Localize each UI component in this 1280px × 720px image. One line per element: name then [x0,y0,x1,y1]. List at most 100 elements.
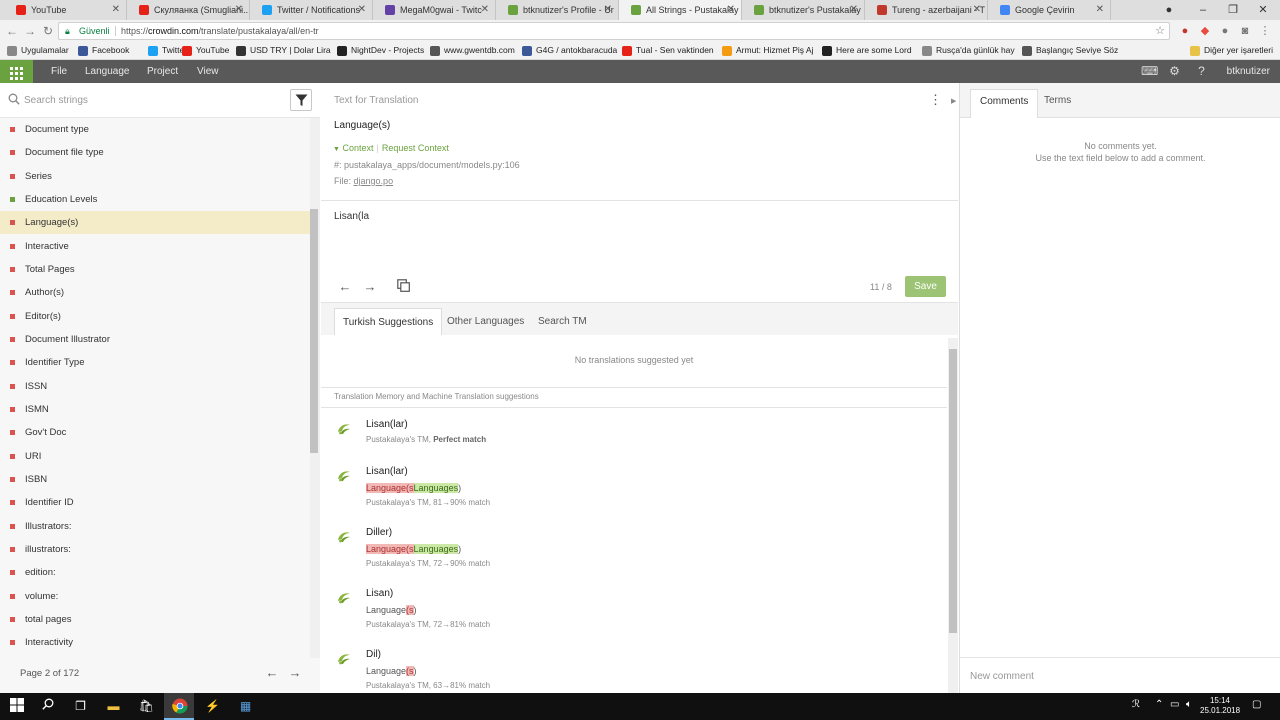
string-list-item[interactable]: URI [0,445,310,468]
tab-other-languages[interactable]: Other Languages [439,308,532,335]
keyboard-icon[interactable]: ⌨ [1141,64,1158,79]
prev-page-icon[interactable]: ← [264,665,280,681]
translation-textarea[interactable]: Lisan(la [321,201,958,271]
tm-suggestion[interactable]: Diller) Language(sLanguages) Pustakalaya's… [321,521,947,581]
browser-tab[interactable]: Twitter / Notifications ✕ [250,0,373,20]
new-comment-input[interactable] [970,668,1270,684]
maximize-icon[interactable]: ❐ [1218,0,1248,20]
bookmark-item[interactable]: G4G / antokbaracuda [522,42,617,59]
store-icon[interactable]: 🛍︎ [138,698,155,715]
bookmark-item[interactable]: Tual - Sen vaktinden [622,42,714,59]
tab-close-icon[interactable]: ✕ [604,0,612,20]
bookmark-item[interactable]: www.gwentdb.com [430,42,515,59]
extension-icon[interactable]: ● [1218,24,1232,38]
bookmark-item[interactable]: Uygulamalar [7,42,69,59]
search-input[interactable] [24,92,274,108]
string-list-item[interactable]: Language(s) [0,211,310,235]
string-list-item[interactable]: Interactive [0,235,310,258]
string-list-item[interactable]: Identifier Type [0,351,310,374]
string-list-item[interactable]: ISMN [0,398,310,421]
system-clock[interactable]: 15:14 25.01.2018 [1200,696,1240,716]
bookmark-star-icon[interactable]: ☆ [1155,23,1165,39]
reload-icon[interactable]: ↻ [40,23,56,39]
browser-tab[interactable]: btknutizer's Pustakalay ✕ [742,0,865,20]
url-field[interactable]: 🔒︎ Güvenli https://crowdin.com/translate… [58,22,1170,40]
bookmark-item[interactable]: USD TRY | Dolar Lira [236,42,331,59]
camera-extension-icon[interactable]: ◙ [1238,24,1252,38]
bookmark-item[interactable]: Diğer yer işaretleri [1190,42,1273,59]
browser-tab[interactable]: All Strings - Pustakalay ✕ [619,0,742,20]
tab-search-tm[interactable]: Search TM [530,308,595,335]
strings-scrollbar-thumb[interactable] [310,209,318,453]
close-window-icon[interactable]: ✕ [1248,0,1278,20]
browser-tab[interactable]: Скуляанка (Smugliani... ✕ [127,0,250,20]
chrome-icon[interactable] [171,698,188,715]
browser-tab[interactable]: btknutizer's Profile - Ur ✕ [496,0,619,20]
back-icon[interactable]: ← [4,23,20,39]
more-options-icon[interactable]: ⋮ [929,93,942,107]
string-list-item[interactable]: total pages [0,608,310,631]
string-list-item[interactable]: Series [0,165,310,188]
task-view-icon[interactable]: ❐ [72,698,89,715]
file-explorer-icon[interactable]: ▬ [105,698,122,715]
windows-start-icon[interactable] [8,698,25,715]
string-list-item[interactable]: volume: [0,585,310,608]
volume-icon[interactable]: 🔈︎ [1186,699,1192,710]
menu-icon[interactable]: ⋮ [1258,24,1272,38]
browser-tab[interactable]: YouTube ✕ [4,0,127,20]
tab-turkish-suggestions[interactable]: Turkish Suggestions [334,308,443,335]
menu-language[interactable]: Language [85,60,130,83]
copy-source-icon[interactable] [395,279,411,295]
extension-icon[interactable]: ● [1178,24,1192,38]
forward-icon[interactable]: → [22,23,38,39]
notifications-icon[interactable]: ▢ [1252,699,1261,710]
string-list-item[interactable]: illustrators: [0,538,310,561]
people-icon[interactable]: ℛ [1132,699,1140,710]
bookmark-item[interactable]: Here are some Lord [822,42,912,59]
network-icon[interactable]: ▭ [1170,699,1179,710]
minimize-icon[interactable]: – [1188,0,1218,20]
previous-string-icon[interactable]: ← [337,279,353,295]
browser-tab[interactable]: Tureng - azerbaijani - T ✕ [865,0,988,20]
app-icon[interactable]: ▦ [237,698,254,715]
search-icon[interactable] [39,698,56,715]
string-list-item[interactable]: Document Illustrator [0,328,310,351]
extension-icon[interactable]: ◆ [1198,24,1212,38]
tab-close-icon[interactable]: ✕ [850,0,858,20]
suggestions-scrollbar-thumb[interactable] [949,349,957,633]
next-string-icon[interactable]: → [362,279,378,295]
string-list-item[interactable]: Author(s) [0,281,310,304]
bookmark-item[interactable]: NightDev - Projects [337,42,424,59]
bookmark-item[interactable]: YouTube [182,42,229,59]
browser-tab[interactable]: MegaM0gwai - Twitc ✕ [373,0,496,20]
string-list-item[interactable]: Gov't Doc [0,421,310,444]
tm-suggestion[interactable]: Lisan(lar) Language(sLanguages) Pustakalay… [321,460,947,520]
profile-icon[interactable]: ● [1154,0,1184,20]
app-icon[interactable]: ⚡ [204,698,221,715]
request-context-link[interactable]: Request Context [382,143,449,153]
string-list-item[interactable]: Illustrators: [0,515,310,538]
gear-icon[interactable]: ⚙ [1167,64,1182,79]
string-list-item[interactable]: ISSN [0,375,310,398]
filter-button[interactable] [290,89,312,111]
collapse-panel-icon[interactable]: ▶ [951,97,956,105]
tab-terms[interactable]: Terms [1035,89,1080,118]
string-list-item[interactable]: edition: [0,561,310,584]
menu-file[interactable]: File [51,60,67,83]
tab-close-icon[interactable]: ✕ [112,0,120,20]
save-button[interactable]: Save [905,276,946,297]
bookmark-item[interactable]: Rusça'da günlük hay [922,42,1015,59]
string-list-item[interactable]: ISBN [0,468,310,491]
string-list-item[interactable]: Total Pages [0,258,310,281]
string-list-item[interactable]: Education Levels [0,188,310,211]
string-list-item[interactable]: Document file type [0,141,310,164]
tab-comments[interactable]: Comments [970,89,1039,118]
tab-close-icon[interactable]: ✕ [1096,0,1104,20]
bookmark-item[interactable]: Başlangıç Seviye Söz [1022,42,1118,59]
context-toggle[interactable]: Context [342,143,373,153]
username[interactable]: btknutizer [1227,60,1270,83]
string-list-item[interactable]: Document type [0,118,310,141]
string-list-item[interactable]: Editor(s) [0,305,310,328]
tm-suggestion[interactable]: Lisan) Language(s) Pustakalaya's TM, 72→81… [321,582,947,642]
tab-close-icon[interactable]: ✕ [358,0,366,20]
